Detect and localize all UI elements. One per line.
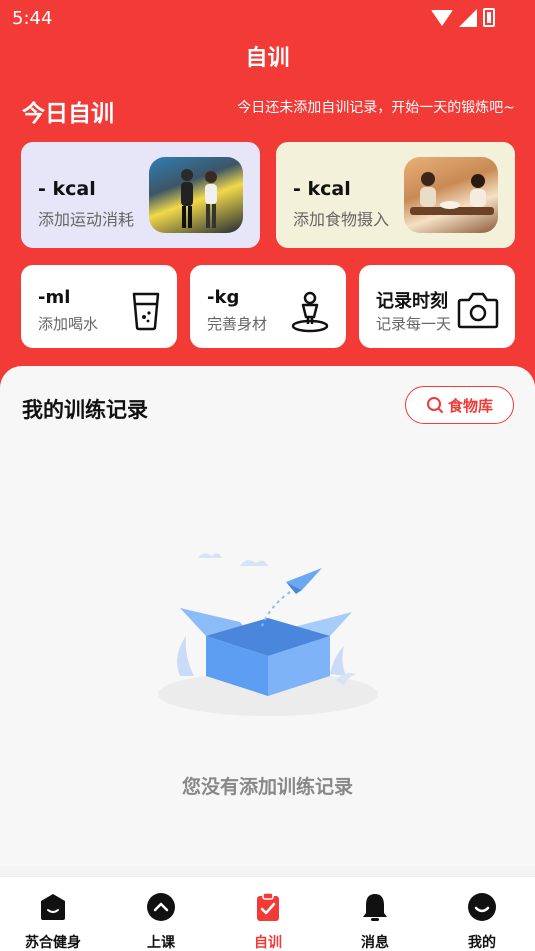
- today-title: 今日自训: [22, 101, 114, 127]
- dining-photo: [404, 157, 498, 233]
- moment-value: 记录时刻: [376, 291, 448, 312]
- home-icon: [41, 894, 65, 920]
- bottom-tab-bar: 苏合健身 上课 自训 消息 我的: [0, 876, 535, 951]
- water-card[interactable]: -ml 添加喝水: [21, 265, 177, 348]
- empty-box-illustration: [158, 553, 378, 716]
- water-label: 添加喝水: [38, 315, 99, 333]
- status-bar: 5:44: [0, 0, 535, 36]
- battery-icon: [483, 8, 495, 27]
- status-time: 5:44: [12, 8, 53, 29]
- search-icon: [426, 397, 443, 413]
- water-value: -ml: [38, 287, 71, 308]
- tab-profile[interactable]: 我的: [432, 891, 532, 951]
- bell-icon: [363, 894, 387, 921]
- body-value: -kg: [207, 287, 240, 308]
- training-records-panel: 我的训练记录 食物库 您没有添加训练记录: [0, 366, 535, 866]
- tab-messages[interactable]: 消息: [325, 891, 425, 951]
- moment-card[interactable]: 记录时刻 记录每一天: [359, 265, 515, 348]
- food-label: 添加食物摄入: [293, 210, 390, 229]
- food-library-button[interactable]: 食物库: [405, 386, 514, 424]
- tab-label: 上课: [147, 935, 175, 951]
- exercise-card[interactable]: - kcal 添加运动消耗: [21, 142, 260, 248]
- food-library-label: 食物库: [447, 396, 493, 415]
- page-title: 自训: [245, 46, 290, 71]
- body-card[interactable]: -kg 完善身材: [190, 265, 346, 348]
- food-value: - kcal: [293, 178, 351, 200]
- body-label: 完善身材: [207, 315, 268, 333]
- exercise-label: 添加运动消耗: [38, 210, 135, 229]
- profile-icon: [468, 893, 496, 921]
- food-card[interactable]: - kcal 添加食物摄入: [276, 142, 515, 248]
- records-title: 我的训练记录: [22, 398, 148, 422]
- today-subtitle: 今日还未添加自训记录，开始一天的锻炼吧~: [237, 100, 515, 116]
- tab-label: 我的: [468, 935, 496, 951]
- tab-home[interactable]: 苏合健身: [3, 891, 103, 951]
- tab-label: 消息: [361, 935, 389, 951]
- empty-state-text: 您没有添加训练记录: [181, 776, 353, 798]
- wifi-icon: [431, 9, 453, 26]
- dining-people-image: [410, 172, 494, 215]
- tab-label: 苏合健身: [25, 935, 81, 951]
- exercise-value: - kcal: [38, 178, 96, 200]
- cup-icon: [132, 292, 160, 331]
- class-icon: [147, 893, 175, 921]
- tab-self-training[interactable]: 自训: [218, 891, 318, 951]
- tab-class[interactable]: 上课: [111, 891, 211, 951]
- status-icons: [431, 8, 495, 27]
- body-scale-icon: [291, 291, 329, 333]
- gym-people-image: [181, 169, 217, 228]
- gym-photo: [149, 157, 243, 233]
- signal-icon: [459, 8, 477, 27]
- tab-label: 自训: [254, 935, 282, 951]
- camera-icon: [457, 292, 499, 329]
- moment-label: 记录每一天: [376, 315, 452, 333]
- clipboard-check-icon: [257, 892, 279, 921]
